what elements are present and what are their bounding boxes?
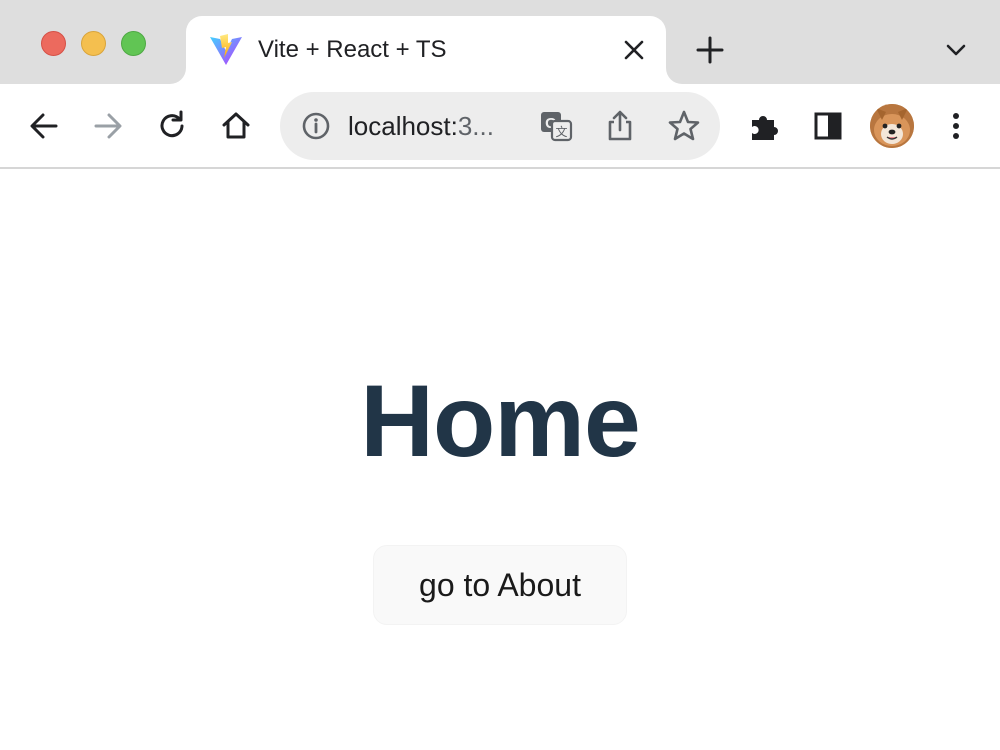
chevron-down-icon[interactable]	[944, 40, 968, 60]
tab-strip: Vite + React + TS	[0, 0, 1000, 84]
puzzle-icon[interactable]	[746, 108, 782, 144]
share-icon[interactable]	[602, 108, 638, 144]
close-icon[interactable]	[622, 38, 646, 62]
arrow-right-icon[interactable]	[90, 108, 126, 144]
url-text: localhost:3...	[348, 111, 494, 142]
reload-icon[interactable]	[154, 108, 190, 144]
arrow-left-icon[interactable]	[26, 108, 62, 144]
translate-icon[interactable]: G 文	[538, 108, 574, 144]
star-icon[interactable]	[666, 108, 702, 144]
close-window-button[interactable]	[41, 31, 66, 56]
side-panel-icon[interactable]	[810, 108, 846, 144]
url-host: localhost:	[348, 111, 458, 141]
page-content: Home go to About	[0, 170, 1000, 750]
address-bar[interactable]: localhost:3... G 文	[280, 92, 720, 160]
go-to-about-button[interactable]: go to About	[373, 545, 627, 625]
page-title: Home	[360, 364, 640, 478]
tab-title: Vite + React + TS	[258, 36, 447, 63]
info-icon[interactable]	[300, 110, 332, 142]
kebab-menu-icon[interactable]	[938, 108, 974, 144]
active-tab[interactable]: Vite + React + TS	[186, 16, 666, 84]
plus-icon[interactable]	[696, 36, 724, 64]
minimize-window-button[interactable]	[81, 31, 106, 56]
avatar[interactable]	[870, 104, 914, 148]
browser-window: Vite + React + TS localhost:3... 文 Home …	[0, 0, 1000, 750]
vite-logo-icon	[210, 34, 242, 65]
profile-photo	[870, 104, 914, 148]
home-icon[interactable]	[218, 108, 254, 144]
browser-toolbar: localhost:3... G 文	[0, 84, 1000, 169]
svg-text:文: 文	[555, 124, 567, 139]
url-rest: 3...	[457, 111, 494, 141]
maximize-window-button[interactable]	[121, 31, 146, 56]
